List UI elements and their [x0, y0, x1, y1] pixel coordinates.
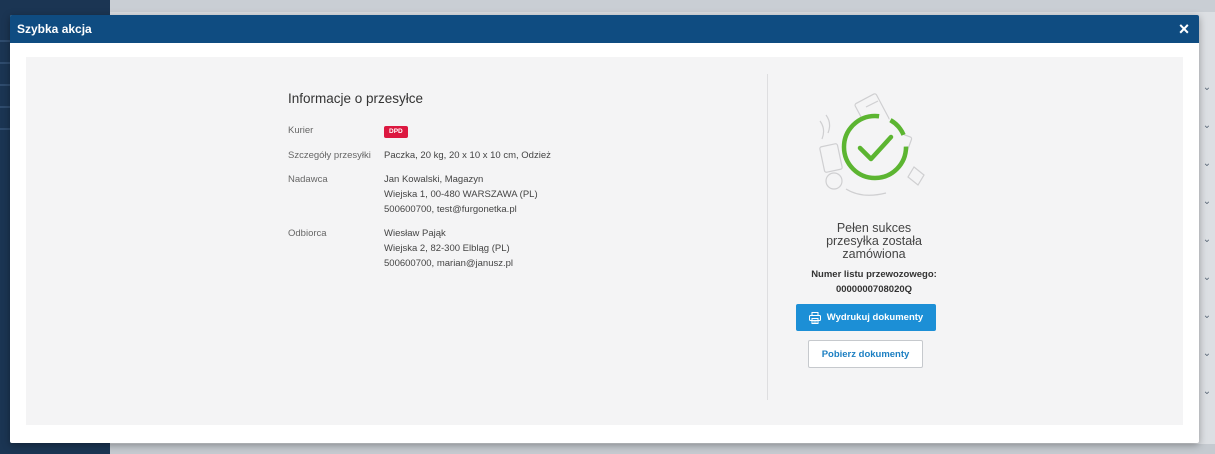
- section-divider: [767, 74, 768, 400]
- background-toolbar: [110, 0, 1215, 12]
- chevron-down-icon: ⌄: [1202, 348, 1212, 359]
- details-value: Paczka, 20 kg, 20 x 10 x 10 cm, Odzież: [384, 150, 551, 161]
- recipient-value: Wiesław Pająk Wiejska 2, 82-300 Elbląg (…: [384, 226, 513, 271]
- sender-value: Jan Kowalski, Magazyn Wiejska 1, 00-480 …: [384, 172, 538, 217]
- chevron-down-icon: ⌄: [1202, 158, 1212, 169]
- success-illustration: [819, 93, 925, 196]
- modal-title: Szybka akcja: [17, 22, 92, 36]
- printer-icon: [808, 311, 821, 324]
- sender-contact: 500600700, test@furgonetka.pl: [384, 204, 517, 215]
- tracking-number: 0000000708020Q: [835, 284, 913, 295]
- background-footer: [110, 444, 1215, 454]
- shipment-info-title: Informacje o przesyłce: [288, 91, 424, 106]
- chevron-down-icon: ⌄: [1202, 310, 1212, 321]
- print-documents-label: Wydrukuj dokumenty: [826, 312, 924, 323]
- chevron-down-icon: ⌄: [1202, 196, 1212, 207]
- print-documents-button[interactable]: Wydrukuj dokumenty: [796, 304, 936, 331]
- chevron-down-icon: ⌄: [1202, 120, 1212, 131]
- courier-label: Kurier: [288, 125, 314, 136]
- courier-row: Kurier DPD: [288, 123, 728, 138]
- sender-address: Wiejska 1, 00-480 WARSZAWA (PL): [384, 189, 538, 200]
- chevron-down-icon: ⌄: [1202, 272, 1212, 283]
- content-panel: Informacje o przesyłce Kurier DPD Szczeg…: [26, 57, 1183, 425]
- recipient-name: Wiesław Pająk: [384, 228, 446, 239]
- recipient-row: Odbiorca Wiesław Pająk Wiejska 2, 82-300…: [288, 226, 728, 271]
- success-title: Pełen sukces przesyłka została zamówiona: [786, 222, 962, 261]
- success-check-icon: [841, 113, 909, 181]
- courier-badge: DPD: [384, 126, 408, 138]
- recipient-address: Wiejska 2, 82-300 Elbląg (PL): [384, 243, 510, 254]
- sender-row: Nadawca Jan Kowalski, Magazyn Wiejska 1,…: [288, 172, 728, 217]
- shipment-info: Informacje o przesyłce Kurier DPD Szczeg…: [288, 91, 728, 271]
- modal-header: Szybka akcja ×: [10, 15, 1199, 43]
- close-icon[interactable]: ×: [1175, 20, 1193, 38]
- download-documents-button[interactable]: Pobierz dokumenty: [808, 340, 923, 368]
- details-label: Szczegóły przesyłki: [288, 150, 371, 161]
- chevron-down-icon: ⌄: [1202, 82, 1212, 93]
- tracking-number-label: Numer listu przewozowego:: [811, 269, 937, 280]
- chevron-down-icon: ⌄: [1202, 386, 1212, 397]
- quick-action-modal: Szybka akcja × Informacje o przesyłce Ku…: [10, 15, 1199, 443]
- sender-label: Nadawca: [288, 174, 328, 185]
- sender-name: Jan Kowalski, Magazyn: [384, 174, 484, 185]
- recipient-label: Odbiorca: [288, 228, 327, 239]
- success-title-line: zamówiona: [842, 247, 906, 261]
- details-row: Szczegóły przesyłki Paczka, 20 kg, 20 x …: [288, 148, 728, 163]
- recipient-contact: 500600700, marian@janusz.pl: [384, 258, 514, 269]
- courier-value: DPD: [384, 123, 408, 138]
- chevron-down-icon: ⌄: [1202, 234, 1212, 245]
